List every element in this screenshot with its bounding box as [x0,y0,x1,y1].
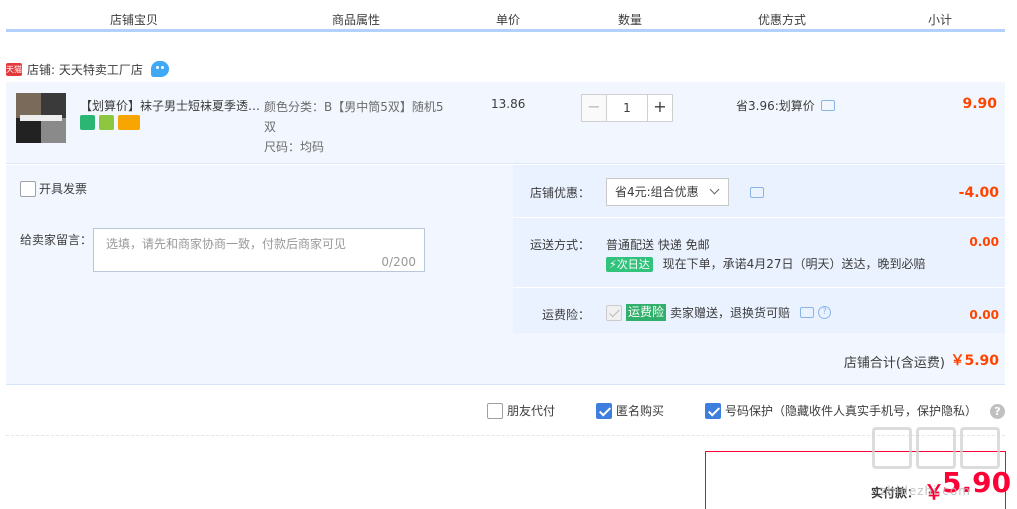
invoice-label: 开具发票 [39,182,88,196]
chevron-down-icon [709,184,720,195]
qty-plus-button[interactable]: + [647,94,673,122]
number-protect-checkbox[interactable] [705,402,721,419]
invoice-checkbox[interactable] [20,180,36,197]
insurance-amount: 0.00 [969,308,999,322]
number-protect-option[interactable]: 号码保护（隐藏收件人真实手机号，保护隐私） [705,402,977,419]
divider [513,217,1005,218]
tmall-icon: 天猫 [6,62,22,76]
qty-minus-button[interactable]: − [581,94,607,122]
shipping-promise-row: ⚡次日达 现在下单，承诺4月27日（明天）送达，晚到必赔 [606,255,925,272]
divider [6,435,1005,436]
quantity-stepper: − 1 + [581,94,673,122]
invoice-option[interactable]: 开具发票 [20,180,87,197]
attr-color: 颜色分类：B【男中筒5双】随机5双 [264,100,444,134]
watermark-glyph [960,427,1000,469]
watermark-glyph [916,427,956,469]
service-guarantee-icon [99,115,114,130]
col-qty-header: 数量 [618,13,643,27]
next-day-badge: ⚡次日达 [606,257,653,272]
col-item-header: 店铺宝贝 [110,13,159,27]
message-placeholder: 选填，请先和商家协商一致，付款后商家可见 [106,237,347,251]
shipping-promise: 现在下单，承诺4月27日（明天）送达，晚到必赔 [662,257,926,271]
help-icon[interactable]: ? [990,404,1005,419]
chat-bubble-icon[interactable] [750,187,764,198]
friend-pay-option[interactable]: 朋友代付 [487,402,555,419]
shop-row: 天猫 店铺: 天天特卖工厂店 [6,58,169,80]
cart-header: 店铺宝贝 商品属性 单价 数量 优惠方式 小计 [6,0,1005,32]
qty-input[interactable]: 1 [607,94,647,122]
watermark-logo [872,427,1000,469]
shop-discount-amount: -4.00 [958,185,999,201]
item-discount: 省3.96:划算价 [736,97,835,114]
friend-pay-label: 朋友代付 [507,404,556,418]
anonymous-option[interactable]: 匿名购买 [596,402,664,419]
seven-day-return-icon [80,115,95,130]
next-day-badge-text: 次日达 [616,258,650,271]
anonymous-label: 匿名购买 [616,404,665,418]
credit-card-icon [118,115,140,130]
shop-discount-select[interactable]: 省4元:组合优惠 [606,178,729,206]
message-char-count: 0/200 [381,255,416,269]
question-icon[interactable]: ? [818,306,832,319]
cart-item: 【划算价】袜子男士短袜夏季透气薄款 颜色分类：B【男中筒5双】随机5双 尺码：均… [6,82,1005,164]
item-discount-text: 省3.96:划算价 [736,99,815,113]
col-discount-header: 优惠方式 [758,13,807,27]
divider [513,287,1005,288]
shop-name[interactable]: 店铺: 天天特卖工厂店 [27,61,143,78]
number-protect-label: 号码保护（隐藏收件人真实手机号，保护隐私） [725,404,978,418]
chat-bubble-icon[interactable] [800,307,815,318]
insurance-badge: 运费险 [626,304,667,321]
watermark-glyph [872,427,912,469]
message-textarea[interactable]: 选填，请先和商家协商一致，付款后商家可见 0/200 [93,228,425,272]
col-attr-header: 商品属性 [332,13,381,27]
order-options: 开具发票 给卖家留言： 选填，请先和商家协商一致，付款后商家可见 0/200 店… [6,165,1005,385]
shipping-label: 运送方式： [530,238,591,252]
product-thumbnail[interactable] [16,93,66,143]
shop-discount-label: 店铺优惠： [530,186,591,200]
insurance-row: 运费险 卖家赠送，退换货可赔 ? [606,304,832,321]
item-subtotal: 9.90 [962,96,997,112]
product-attributes: 颜色分类：B【男中筒5双】随机5双 尺码：均码 [264,97,454,157]
shipping-method: 普通配送 快递 免邮 [606,238,710,252]
unit-price: 13.86 [491,97,526,111]
shop-discount-value: 省4元:组合优惠 [615,185,699,199]
message-label: 给卖家留言： [20,233,93,247]
shop-total-value: ￥5.90 [950,353,999,369]
insurance-desc: 卖家赠送，退换货可赔 [670,306,791,320]
shop-total-label: 店铺合计(含运费) [843,356,945,371]
insurance-checkbox [606,304,622,321]
product-title[interactable]: 【划算价】袜子男士短袜夏季透气薄款 [80,97,262,114]
wangwang-chat-icon[interactable] [150,61,169,77]
watermark-text: zhidezhi.com [880,484,971,498]
chat-bubble-icon[interactable] [820,100,835,111]
friend-pay-checkbox[interactable] [487,402,503,419]
insurance-label: 运费险： [542,308,591,322]
anonymous-checkbox[interactable] [596,402,612,419]
attr-size: 尺码：均码 [264,140,325,154]
shipping-amount: 0.00 [969,235,999,249]
col-price-header: 单价 [496,13,521,27]
col-subtotal-header: 小计 [928,13,953,27]
